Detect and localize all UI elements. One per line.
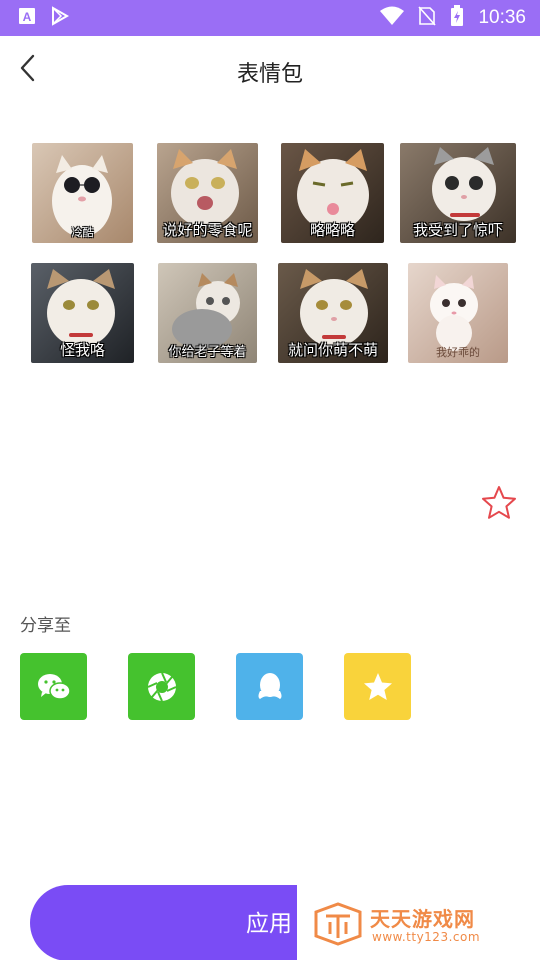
sticker-caption: 略略略 [309,221,355,239]
sticker-item[interactable]: 略略略 [281,143,384,243]
watermark-logo-icon [314,902,362,946]
sticker-item[interactable]: 怪我咯 [31,263,134,363]
sticker-item[interactable]: 冷酷 [32,143,133,243]
sticker-item[interactable]: 我受到了惊吓 [400,143,516,243]
share-moments-button[interactable] [128,653,195,720]
share-wechat-button[interactable] [20,653,87,720]
sticker-item[interactable]: 你给老子等着 [158,263,257,363]
watermark-url: www.tty123.com [372,930,481,944]
star-outline-icon [482,486,516,519]
sticker-item[interactable]: 我好乖的 [408,263,508,363]
share-row [20,653,411,720]
share-label: 分享至 [20,616,71,636]
share-qq-button[interactable] [236,653,303,720]
wechat-icon [37,673,71,700]
sticker-grid: 冷酷 说好的零食呢 略略略 我受到了惊吓 怪我咯 你给老子等着 就问你萌不萌 我… [0,0,540,380]
sticker-caption: 就问你萌不萌 [287,341,378,359]
sticker-caption: 怪我咯 [59,341,105,359]
sticker-caption: 我好乖的 [436,346,480,359]
sticker-caption: 说好的零食呢 [162,221,253,239]
favorite-button[interactable] [480,484,518,522]
share-favorite-button[interactable] [344,653,411,720]
qq-icon [258,672,281,699]
moments-icon [147,672,176,701]
watermark-title: 天天游戏网 [370,907,475,931]
sticker-item[interactable]: 就问你萌不萌 [278,263,388,363]
sticker-caption: 冷酷 [71,226,94,239]
sticker-item[interactable]: 说好的零食呢 [157,143,258,243]
favorite-star-icon [363,672,392,700]
sticker-caption: 我受到了惊吓 [412,221,503,239]
apply-button-label: 应用 [246,911,292,937]
sticker-caption: 你给老子等着 [168,345,247,360]
